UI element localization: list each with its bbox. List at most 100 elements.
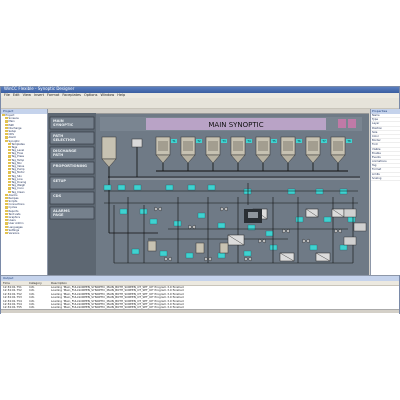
window-title: WinCC Flexible - Synoptic Designer bbox=[4, 86, 75, 91]
folder-icon bbox=[8, 180, 11, 184]
valve-icon bbox=[164, 256, 172, 262]
folder-icon bbox=[8, 145, 11, 149]
process-tag bbox=[139, 208, 148, 215]
process-tag bbox=[339, 244, 348, 251]
property-row[interactable]: Scaling bbox=[371, 177, 400, 181]
process-tag bbox=[173, 220, 182, 227]
silo-cone bbox=[155, 154, 171, 164]
folder-icon bbox=[5, 206, 8, 209]
folder-icon bbox=[5, 212, 8, 215]
silo-cone bbox=[305, 154, 321, 164]
app-window: WinCC Flexible - Synoptic Designer File E… bbox=[0, 86, 400, 314]
folder-icon bbox=[8, 171, 11, 174]
menu-item-window[interactable]: Window bbox=[100, 93, 114, 97]
process-tag bbox=[165, 184, 174, 191]
nav-button-label: PROPORTIONING bbox=[53, 164, 87, 168]
hopper-window bbox=[248, 212, 258, 218]
synoptic-canvas[interactable]: Main Synoptic MAINSYNOPTICPATHSELECTIOND… bbox=[48, 109, 369, 275]
title-indicator bbox=[348, 119, 356, 128]
process-tag bbox=[217, 222, 226, 229]
filter bbox=[131, 138, 143, 148]
process-tag bbox=[243, 188, 252, 195]
tank-tag-label: T8 bbox=[347, 139, 351, 143]
process-tag bbox=[197, 212, 206, 219]
nav-button-label: SELECTION bbox=[53, 138, 75, 142]
silo-level bbox=[308, 141, 318, 151]
side-equipment bbox=[343, 208, 357, 218]
folder-icon bbox=[5, 129, 8, 133]
folder-icon bbox=[8, 190, 11, 193]
tree-node[interactable]: Versions bbox=[1, 231, 47, 235]
menu-item-options[interactable]: Options bbox=[84, 93, 98, 97]
folder-icon bbox=[5, 126, 8, 129]
process-tag bbox=[131, 248, 140, 255]
menu-item-insert[interactable]: Insert bbox=[34, 93, 44, 97]
silo-level bbox=[208, 141, 218, 151]
process-tag bbox=[323, 216, 332, 223]
tank-tag-label: T1 bbox=[172, 139, 176, 143]
menu-item-format[interactable]: Format bbox=[47, 93, 59, 97]
valve-icon bbox=[154, 206, 162, 212]
folder-icon bbox=[8, 184, 11, 187]
folder-icon bbox=[8, 174, 11, 177]
valve-icon bbox=[302, 238, 310, 244]
vessel bbox=[101, 136, 117, 160]
folder-icon bbox=[8, 142, 11, 145]
menu-item-file[interactable]: File bbox=[4, 93, 10, 97]
silo-cone bbox=[230, 154, 246, 164]
folder-icon bbox=[8, 155, 11, 158]
process-tag bbox=[287, 188, 296, 195]
silo-cone bbox=[280, 154, 296, 164]
folder-icon bbox=[5, 117, 8, 120]
process-tag bbox=[315, 188, 324, 195]
folder-icon bbox=[5, 228, 8, 231]
folder-icon bbox=[8, 168, 11, 171]
silo-level bbox=[158, 141, 168, 151]
folder-icon bbox=[8, 149, 11, 152]
folder-icon bbox=[5, 136, 8, 139]
small-tank bbox=[195, 242, 205, 254]
menu-item-view[interactable]: View bbox=[23, 93, 31, 97]
menu-item-faceplates[interactable]: Faceplates bbox=[62, 93, 81, 97]
menu-item-edit[interactable]: Edit bbox=[13, 93, 20, 97]
process-tag bbox=[295, 216, 304, 223]
nav-button-label: PAGE bbox=[53, 213, 64, 217]
folder-icon bbox=[5, 120, 8, 123]
folder-icon bbox=[5, 139, 8, 142]
side-equipment bbox=[343, 236, 357, 246]
folder-icon bbox=[5, 231, 8, 235]
process-tag bbox=[133, 184, 142, 191]
silo-cone bbox=[205, 154, 221, 164]
folder-icon bbox=[5, 203, 8, 206]
process-tag bbox=[265, 230, 274, 237]
folder-icon bbox=[8, 177, 11, 180]
valve-icon bbox=[188, 224, 196, 230]
valve-icon bbox=[282, 228, 290, 234]
process-tag bbox=[103, 184, 112, 191]
folder-icon bbox=[5, 222, 8, 225]
tank-tag-label: T6 bbox=[297, 139, 301, 143]
folder-icon bbox=[8, 158, 11, 161]
folder-icon bbox=[5, 209, 8, 212]
folder-icon bbox=[8, 165, 11, 168]
properties-panel: Properties Name Type Layer Position Size Colo… bbox=[370, 109, 400, 275]
silo-cone bbox=[330, 154, 346, 164]
menu-item-help[interactable]: Help bbox=[117, 93, 125, 97]
process-tag bbox=[117, 184, 126, 191]
silo-level bbox=[233, 141, 243, 151]
folder-icon bbox=[5, 196, 8, 200]
nav-button-label: SYNOPTIC bbox=[53, 123, 74, 127]
silo-level bbox=[333, 141, 343, 151]
silo-cone bbox=[255, 154, 271, 164]
folder-icon bbox=[8, 161, 11, 164]
tank-tag-label: T5 bbox=[272, 139, 276, 143]
synoptic-svg: MAINSYNOPTICPATHSELECTIONDISCHARGEPATHPR… bbox=[48, 113, 367, 275]
folder-icon bbox=[5, 225, 8, 228]
side-equipment bbox=[353, 222, 367, 232]
silo-cone bbox=[180, 154, 196, 164]
folder-icon bbox=[8, 187, 11, 190]
nav-button-label: SETUP bbox=[53, 179, 66, 183]
folder-icon bbox=[5, 200, 8, 203]
small-tank bbox=[147, 240, 157, 252]
process-tag bbox=[185, 252, 194, 259]
